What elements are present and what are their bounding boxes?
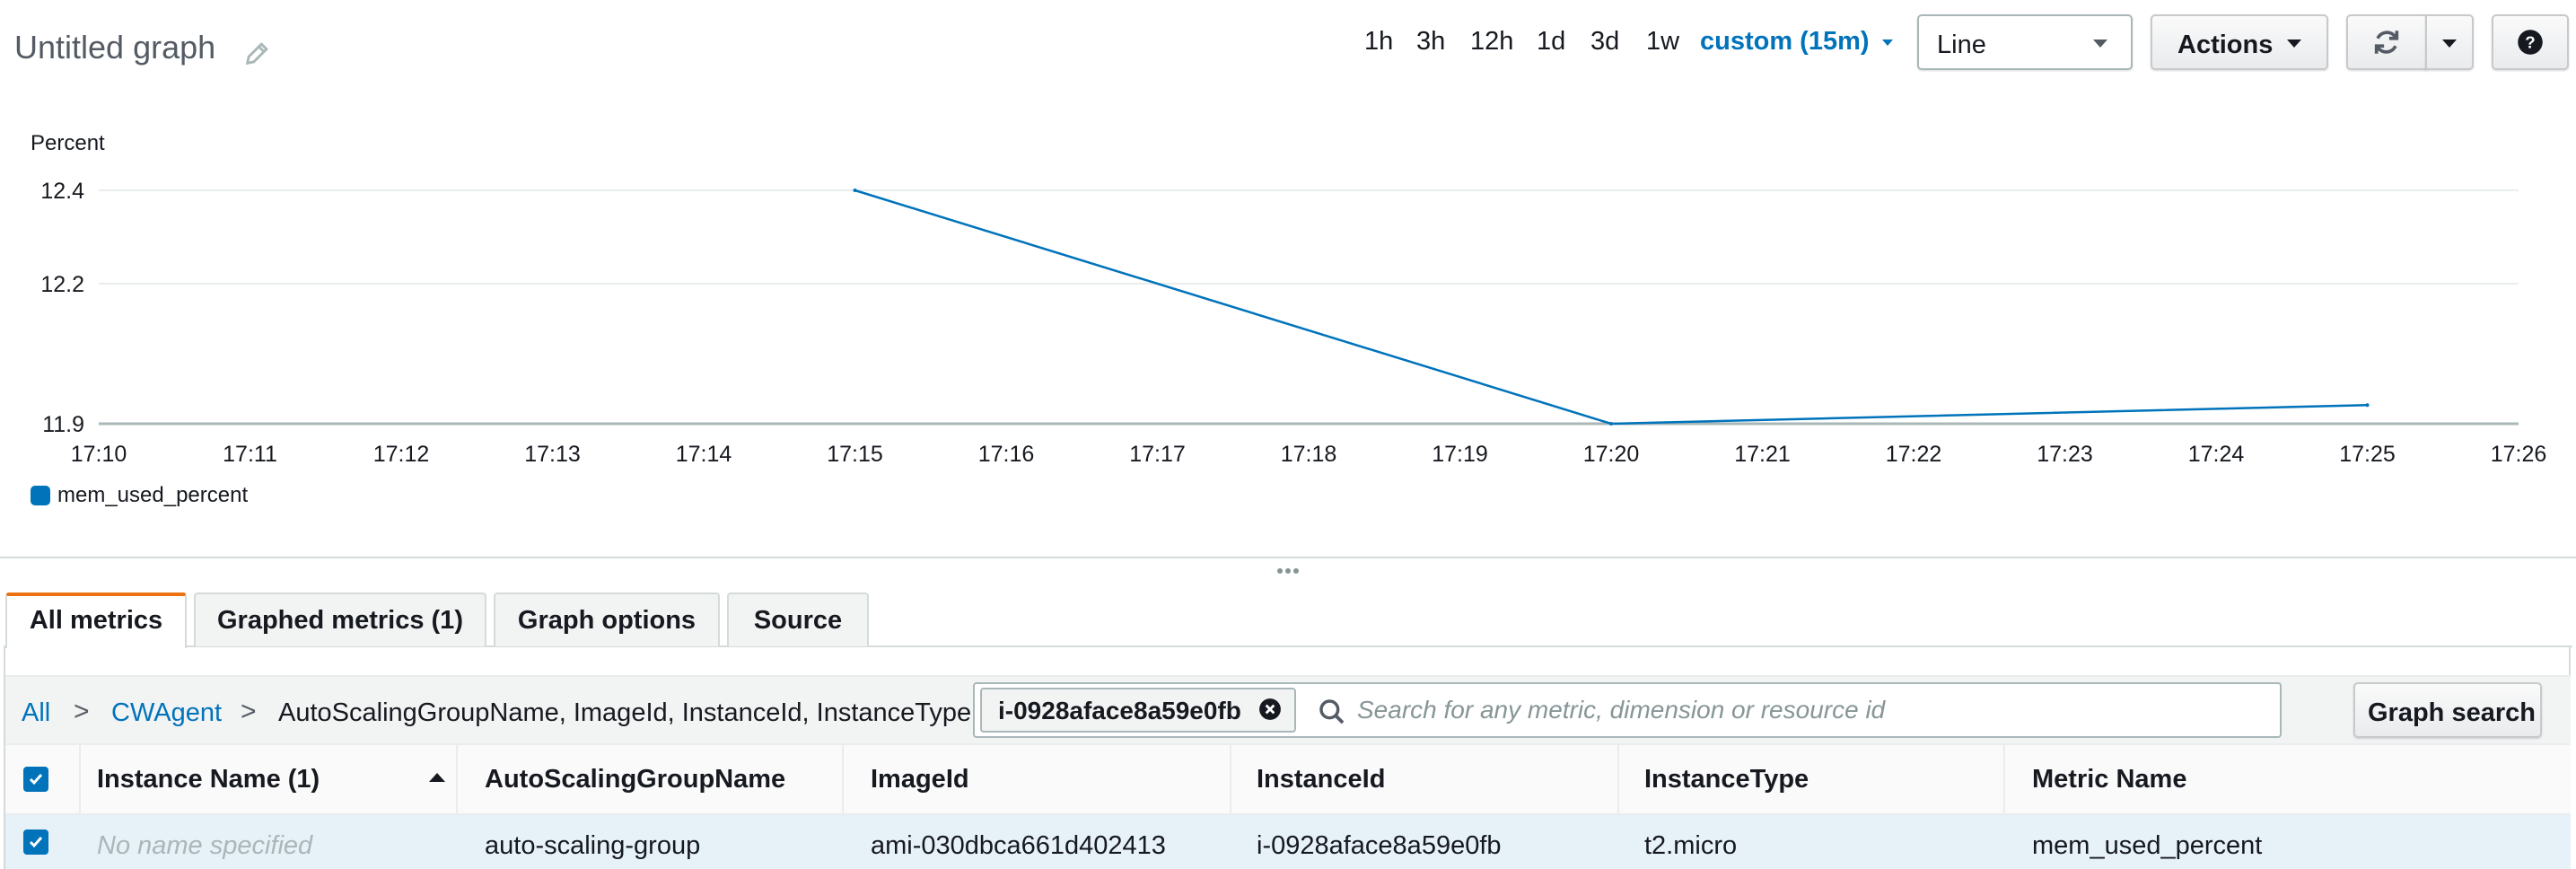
range-1h[interactable]: 1h <box>1364 27 1393 57</box>
cell-asg: auto-scaling-group <box>485 831 701 860</box>
breadcrumb-separator: > <box>74 697 90 726</box>
x-tick-label: 17:15 <box>827 442 883 467</box>
breadcrumb-all[interactable]: All <box>22 698 50 728</box>
check-icon <box>29 837 43 848</box>
column-header-metric-name[interactable]: Metric Name <box>2032 765 2186 794</box>
tab-graph-options[interactable]: Graph options <box>494 592 720 646</box>
check-icon <box>29 774 43 786</box>
graph-search-button[interactable]: Graph search <box>2353 682 2542 738</box>
data-point <box>2365 403 2370 408</box>
cell-image-id: ami-030dbca661d402413 <box>871 831 1166 860</box>
range-1d[interactable]: 1d <box>1537 27 1565 57</box>
actions-label: Actions <box>2177 31 2274 59</box>
search-input[interactable] <box>1355 688 2274 733</box>
cell-instance-type: t2.micro <box>1644 831 1738 860</box>
range-3h[interactable]: 3h <box>1416 27 1445 57</box>
help-icon: ? <box>2518 30 2543 55</box>
breadcrumb-current: AutoScalingGroupName, ImageId, InstanceI… <box>278 698 972 727</box>
refresh-icon <box>2374 31 2399 54</box>
column-header-instance-type[interactable]: InstanceType <box>1644 765 1809 794</box>
column-header-instance-id[interactable]: InstanceId <box>1257 765 1385 794</box>
chevron-down-icon <box>2442 40 2457 48</box>
series-line <box>854 189 2368 426</box>
help-button[interactable]: ? <box>2492 14 2569 70</box>
cell-metric-name: mem_used_percent <box>2032 831 2263 860</box>
x-tick-label: 17:26 <box>2491 442 2547 467</box>
cell-instance-id: i-0928aface8a59e0fb <box>1257 831 1502 860</box>
chevron-down-icon <box>2093 40 2107 48</box>
graph-title: Untitled graph <box>14 29 216 66</box>
search-icon <box>1319 699 1345 724</box>
graph-search-label: Graph search <box>2368 698 2536 727</box>
column-header-instance-name[interactable]: Instance Name (1) <box>97 765 320 794</box>
search-token-label: i-0928aface8a59e0fb <box>998 697 1241 724</box>
y-tick-label: 12.4 <box>40 179 84 204</box>
x-tick-label: 17:18 <box>1281 442 1337 467</box>
breadcrumb-separator: > <box>241 697 257 726</box>
sort-ascending-icon[interactable] <box>429 773 445 782</box>
chevron-down-icon <box>1881 39 1893 46</box>
x-tick-label: 17:22 <box>1886 442 1942 467</box>
x-tick-label: 17:10 <box>71 442 127 467</box>
chart-legend[interactable]: mem_used_percent <box>31 483 248 508</box>
range-custom-label: custom (15m) <box>1700 27 1870 56</box>
drag-handle-icon[interactable] <box>1273 564 1303 578</box>
column-header-image-id[interactable]: ImageId <box>871 765 969 794</box>
x-tick-label: 17:16 <box>978 442 1035 467</box>
x-tick-label: 17:14 <box>676 442 732 467</box>
data-point <box>1609 422 1613 426</box>
cell-instance-name: No name specified <box>97 831 313 860</box>
svg-text:?: ? <box>2525 32 2535 51</box>
x-tick-label: 17:25 <box>2339 442 2396 467</box>
y-tick-label: 11.9 <box>42 412 84 437</box>
graph-type-select[interactable]: Line <box>1917 14 2133 70</box>
x-tick-label: 17:13 <box>524 442 581 467</box>
remove-token-icon[interactable] <box>1258 698 1282 721</box>
refresh-button[interactable] <box>2346 14 2427 70</box>
range-1w[interactable]: 1w <box>1646 27 1679 57</box>
line-chart: 12.4 12.2 11.9 17:10 17:11 17:12 17:13 17:14 17:… <box>40 179 2547 467</box>
breadcrumb-namespace[interactable]: CWAgent <box>111 698 222 728</box>
tab-graphed-metrics[interactable]: Graphed metrics (1) <box>194 592 486 646</box>
x-tick-label: 17:21 <box>1734 442 1791 467</box>
row-checkbox[interactable] <box>23 830 48 855</box>
y-tick-label: 12.2 <box>40 272 84 297</box>
legend-label: mem_used_percent <box>57 483 249 507</box>
legend-swatch <box>31 486 50 505</box>
x-tick-label: 17:24 <box>2188 442 2245 467</box>
panel-divider <box>0 557 2576 558</box>
range-12h[interactable]: 12h <box>1470 27 1513 57</box>
data-point <box>853 189 857 192</box>
actions-button[interactable]: Actions <box>2151 14 2328 70</box>
graph-type-value: Line <box>1937 31 1986 59</box>
range-3d[interactable]: 3d <box>1590 27 1619 57</box>
range-custom[interactable]: custom (15m) <box>1700 27 1893 57</box>
tab-source[interactable]: Source <box>727 592 869 646</box>
x-tick-label: 17:17 <box>1129 442 1186 467</box>
x-tick-label: 17:11 <box>223 442 277 467</box>
select-all-checkbox[interactable] <box>23 767 48 792</box>
x-tick-label: 17:20 <box>1583 442 1640 467</box>
tab-all-metrics[interactable]: All metrics <box>5 592 187 648</box>
column-header-asg[interactable]: AutoScalingGroupName <box>485 765 785 794</box>
x-tick-label: 17:19 <box>1432 442 1488 467</box>
x-tick-label: 17:23 <box>2037 442 2093 467</box>
refresh-interval-dropdown[interactable] <box>2425 14 2474 70</box>
pencil-icon[interactable] <box>242 38 273 68</box>
x-tick-label: 17:12 <box>373 442 430 467</box>
chevron-down-icon <box>2287 40 2301 48</box>
